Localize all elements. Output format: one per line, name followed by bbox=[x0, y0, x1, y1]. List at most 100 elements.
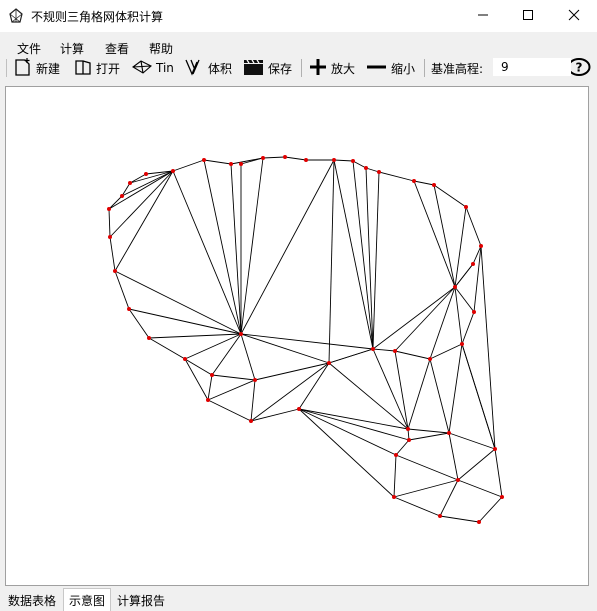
tin-edge bbox=[408, 432, 450, 441]
tin-edge bbox=[372, 348, 409, 430]
toolbar-separator bbox=[301, 59, 302, 77]
tin-edge bbox=[298, 408, 409, 430]
survey-point bbox=[371, 347, 375, 351]
tin-edge bbox=[250, 379, 256, 422]
tin-edge bbox=[473, 245, 482, 313]
tin-edge bbox=[207, 399, 252, 422]
svg-text:?: ? bbox=[576, 60, 583, 74]
tab-report[interactable]: 计算报告 bbox=[113, 590, 169, 610]
menu-bar: 文件 计算 查看 帮助 bbox=[0, 36, 597, 56]
survey-point bbox=[202, 158, 206, 162]
open-button[interactable]: 打开 bbox=[73, 59, 120, 77]
tin-edge bbox=[129, 173, 147, 184]
tin-edge bbox=[240, 159, 335, 335]
survey-point bbox=[453, 285, 457, 289]
survey-point bbox=[464, 205, 468, 209]
tin-edge bbox=[262, 156, 286, 159]
toolbar-grip bbox=[6, 59, 7, 77]
tin-edge bbox=[407, 428, 450, 434]
survey-point bbox=[210, 373, 214, 377]
tin-edge bbox=[478, 496, 503, 523]
tin-edge bbox=[240, 333, 374, 350]
tin-edge bbox=[108, 208, 111, 238]
help-button[interactable]: ? bbox=[567, 57, 594, 79]
survey-point bbox=[253, 378, 257, 382]
tin-edge bbox=[172, 159, 205, 172]
menu-view[interactable]: 查看 bbox=[105, 40, 129, 57]
tin-edge bbox=[465, 206, 482, 247]
minimize-button[interactable] bbox=[460, 0, 506, 32]
menu-help[interactable]: 帮助 bbox=[149, 40, 173, 57]
survey-point bbox=[283, 155, 287, 159]
survey-point bbox=[406, 427, 410, 431]
survey-point bbox=[239, 162, 243, 166]
open-label: 打开 bbox=[96, 61, 121, 76]
new-button[interactable]: 新建 bbox=[13, 57, 61, 79]
tab-data-table[interactable]: 数据表格 bbox=[3, 590, 61, 610]
tin-edge bbox=[352, 160, 367, 169]
menu-file[interactable]: 文件 bbox=[17, 40, 41, 57]
tin-edge bbox=[480, 245, 496, 450]
tin-edge bbox=[407, 358, 431, 430]
title-bar: 不规则三角格网体积计算 bbox=[0, 0, 597, 32]
tin-edge bbox=[352, 160, 374, 350]
tin-edge bbox=[393, 496, 441, 517]
tin-edge bbox=[394, 286, 456, 352]
menu-compute[interactable]: 计算 bbox=[60, 40, 84, 57]
zoom-out-button[interactable]: 缩小 bbox=[366, 59, 415, 77]
tab-schematic[interactable]: 示意图 bbox=[63, 588, 111, 611]
base-elevation-label: 基准高程: bbox=[431, 61, 484, 76]
save-clapper-icon bbox=[243, 58, 268, 79]
survey-point bbox=[456, 478, 460, 482]
survey-point bbox=[332, 158, 336, 162]
tin-edge bbox=[448, 432, 459, 481]
volume-label: 体积 bbox=[208, 61, 233, 76]
new-label: 新建 bbox=[36, 61, 61, 76]
survey-point bbox=[412, 179, 416, 183]
tin-edge bbox=[240, 333, 256, 381]
tin-button[interactable]: Tin bbox=[131, 59, 174, 77]
app-icon bbox=[8, 8, 24, 24]
tin-diagram bbox=[107, 155, 504, 524]
save-label: 保存 bbox=[268, 61, 293, 76]
tin-edge bbox=[394, 350, 431, 360]
tin-edge bbox=[433, 184, 456, 288]
tin-edge bbox=[433, 184, 467, 208]
survey-point bbox=[479, 244, 483, 248]
tin-edge bbox=[448, 343, 463, 434]
new-file-icon bbox=[13, 57, 36, 79]
tin-edge bbox=[461, 311, 475, 345]
zoom-in-button[interactable]: 放大 bbox=[308, 58, 355, 77]
survey-point bbox=[239, 332, 243, 336]
tin-edge bbox=[372, 286, 456, 350]
survey-point bbox=[261, 156, 265, 160]
survey-point bbox=[128, 181, 132, 185]
survey-point bbox=[471, 262, 475, 266]
minimize-icon bbox=[477, 9, 489, 24]
base-elevation-input[interactable] bbox=[493, 58, 571, 76]
volume-button[interactable]: 体积 bbox=[185, 59, 232, 77]
toolbar-separator bbox=[424, 59, 425, 77]
tin-edge bbox=[429, 286, 456, 360]
survey-point bbox=[108, 235, 112, 239]
tin-edge bbox=[128, 308, 150, 339]
close-button[interactable] bbox=[551, 0, 597, 32]
survey-point bbox=[127, 307, 131, 311]
tin-edge bbox=[211, 374, 256, 381]
survey-point bbox=[392, 495, 396, 499]
tin-edge bbox=[413, 180, 456, 288]
save-button[interactable]: 保存 bbox=[243, 59, 292, 77]
tin-edge bbox=[393, 454, 397, 498]
tin-edge bbox=[240, 157, 264, 335]
maximize-button[interactable] bbox=[505, 0, 551, 32]
maximize-icon bbox=[522, 9, 534, 24]
tin-edge bbox=[372, 171, 380, 350]
tin-edge bbox=[333, 159, 354, 162]
survey-point bbox=[351, 159, 355, 163]
tin-edge bbox=[395, 439, 410, 456]
help-icon: ? bbox=[567, 57, 594, 79]
tin-edge bbox=[378, 171, 415, 182]
close-icon bbox=[568, 9, 580, 24]
tin-edge bbox=[250, 408, 300, 422]
tin-diagram-canvas[interactable] bbox=[5, 86, 589, 586]
